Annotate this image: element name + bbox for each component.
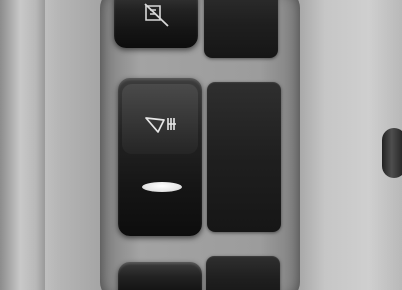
rocker-switch-work-light[interactable] bbox=[118, 78, 202, 236]
blank-switch-cover-middle bbox=[207, 82, 281, 232]
blank-switch-cover-top bbox=[204, 0, 278, 58]
work-light-icon bbox=[145, 117, 176, 133]
dashboard-trim-left bbox=[0, 0, 45, 290]
dashboard-switch-panel bbox=[0, 0, 402, 290]
side-knob[interactable] bbox=[382, 128, 402, 178]
rocker-switch-top[interactable] bbox=[114, 0, 198, 48]
blank-switch-cover-bottom bbox=[206, 256, 280, 290]
indicator-light bbox=[142, 182, 182, 192]
rocker-switch-bottom[interactable] bbox=[118, 262, 202, 290]
headlight-off-icon bbox=[144, 3, 169, 27]
